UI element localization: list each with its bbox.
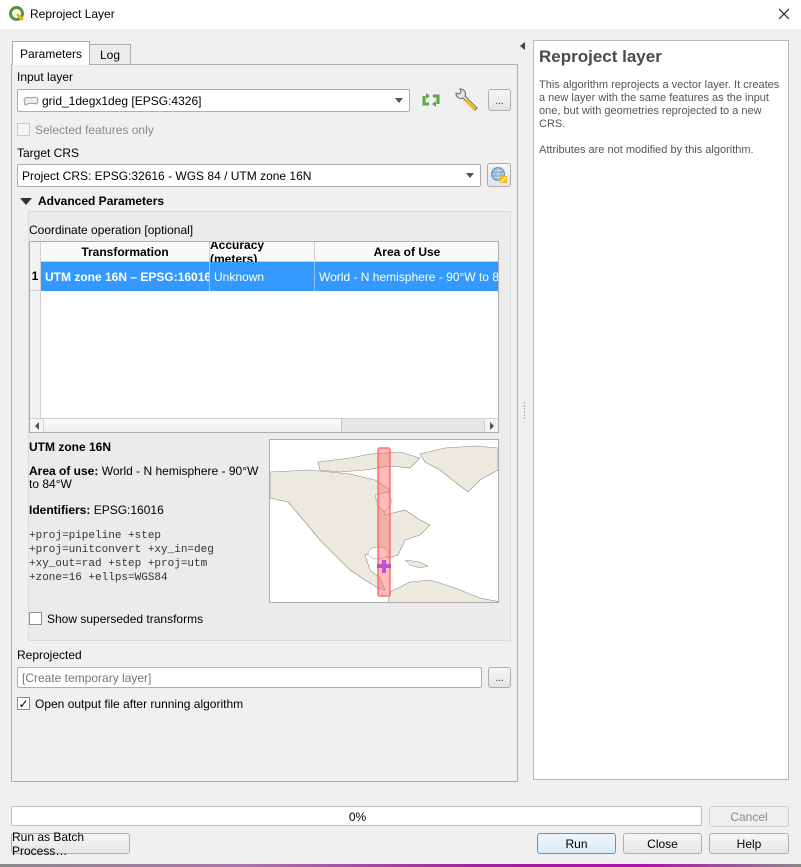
- row-index[interactable]: 1: [30, 262, 41, 291]
- target-crs-label: Target CRS: [17, 146, 80, 160]
- help-paragraph: Attributes are not modified by this algo…: [539, 144, 754, 156]
- advanced-parameters-header[interactable]: Advanced Parameters: [38, 194, 164, 208]
- arrow-right-icon: [489, 421, 494, 430]
- map-land-greenland: [419, 445, 498, 493]
- proj-line: +proj=pipeline +step: [29, 530, 162, 542]
- table-cell-accuracy[interactable]: Unknown: [210, 262, 315, 291]
- close-window-button[interactable]: [770, 3, 798, 25]
- identifiers-label: Identifiers:: [29, 503, 91, 517]
- run-as-batch-button[interactable]: Run as Batch Process…: [11, 830, 130, 858]
- help-paragraph: This algorithm reprojects a vector layer…: [539, 79, 780, 130]
- map-canvas: [270, 445, 498, 602]
- scrollbar-track[interactable]: [342, 419, 484, 432]
- input-layer-label: Input layer: [17, 70, 74, 84]
- select-crs-button[interactable]: [487, 163, 511, 187]
- chevron-down-icon: [395, 98, 403, 103]
- tab-label: Parameters: [19, 46, 83, 61]
- tab-parameters[interactable]: Parameters: [12, 41, 90, 65]
- progress-bar: 0%: [11, 806, 702, 826]
- splitter-grip-icon: [523, 402, 526, 419]
- panel-splitter-handle[interactable]: [523, 400, 526, 422]
- proj-line: +zone=16 +ellps=WGS84: [29, 572, 168, 584]
- iterate-button[interactable]: [419, 89, 443, 111]
- column-header-transformation[interactable]: Transformation: [41, 242, 210, 262]
- scrollbar-thumb[interactable]: [44, 419, 342, 432]
- selected-features-only-label: Selected features only: [35, 123, 154, 137]
- table-horizontal-scrollbar[interactable]: [30, 418, 498, 432]
- run-button[interactable]: Run: [537, 833, 616, 854]
- input-layer-browse-button[interactable]: ...: [488, 89, 511, 111]
- map-land-north-america: [270, 469, 431, 591]
- reprojected-label: Reprojected: [17, 648, 82, 662]
- iterate-icon: [422, 93, 440, 107]
- tab-label: Log: [99, 48, 121, 62]
- target-crs-value: Project CRS: EPSG:32616 - WGS 84 / UTM z…: [22, 168, 312, 183]
- progress-text: 0%: [348, 810, 367, 824]
- table-cell-area-of-use[interactable]: World - N hemisphere - 90°W to 84°W: [315, 262, 498, 291]
- coordinate-operation-label: Coordinate operation [optional]: [29, 223, 194, 237]
- advanced-collapse-toggle[interactable]: [20, 198, 32, 205]
- operation-name: UTM zone 16N: [29, 440, 112, 454]
- coordinate-operation-table: Transformation Accuracy (meters) Area of…: [29, 241, 499, 433]
- area-of-use-label: Area of use:: [29, 464, 99, 478]
- help-panel: Reproject layer This algorithm reproject…: [533, 40, 789, 780]
- identifiers-detail: Identifiers: EPSG:16016: [29, 503, 164, 517]
- column-header-accuracy[interactable]: Accuracy (meters): [210, 242, 315, 266]
- proj-line: +xy_out=rad +step +proj=utm: [29, 558, 208, 570]
- column-header-area-of-use[interactable]: Area of Use: [315, 242, 498, 262]
- selected-features-only-checkbox[interactable]: [17, 123, 30, 136]
- scroll-right-button[interactable]: [484, 419, 498, 432]
- window-title: Reproject Layer: [30, 7, 115, 21]
- arrow-left-icon: [34, 421, 39, 430]
- scroll-left-button[interactable]: [30, 419, 44, 432]
- advanced-settings-button[interactable]: [453, 87, 479, 113]
- tab-log[interactable]: Log: [89, 44, 131, 65]
- proj-line: +proj=unitconvert +xy_in=deg: [29, 544, 214, 556]
- proj-string: +proj=pipeline +step +proj=unitconvert +…: [29, 529, 214, 585]
- show-superseded-label: Show superseded transforms: [47, 612, 204, 626]
- reprojected-output-input[interactable]: [17, 667, 482, 688]
- input-layer-value: grid_1degx1deg [EPSG:4326]: [42, 93, 202, 108]
- identifiers-value: EPSG:16016: [93, 503, 164, 517]
- cancel-button[interactable]: Cancel: [709, 806, 789, 827]
- qgis-logo-icon: [9, 6, 25, 22]
- reprojected-browse-button[interactable]: ...: [488, 667, 511, 688]
- area-of-use-map: [269, 439, 499, 603]
- crs-select-icon: [491, 167, 507, 183]
- browse-ellipsis: ...: [495, 673, 504, 684]
- map-land-south-america: [388, 579, 498, 602]
- close-button[interactable]: Close: [623, 833, 702, 854]
- collapse-help-arrow[interactable]: [520, 42, 525, 50]
- target-crs-combo[interactable]: Project CRS: EPSG:32616 - WGS 84 / UTM z…: [17, 164, 481, 187]
- area-of-use-highlight: [377, 447, 391, 597]
- table-cell-transformation[interactable]: UTM zone 16N – EPSG:16016: [41, 262, 210, 291]
- map-land-arctic: [317, 451, 421, 473]
- help-title: Reproject layer: [539, 47, 662, 66]
- chevron-down-icon: [466, 173, 474, 178]
- help-button[interactable]: Help: [709, 833, 789, 854]
- open-output-checkbox[interactable]: ✓: [17, 697, 30, 710]
- input-layer-combo[interactable]: grid_1degx1deg [EPSG:4326]: [17, 89, 410, 112]
- open-output-label: Open output file after running algorithm: [35, 697, 244, 711]
- help-body: This algorithm reprojects a vector layer…: [539, 79, 783, 157]
- checkmark-icon: ✓: [18, 696, 29, 711]
- map-land-caribbean: [404, 559, 429, 569]
- wrench-icon: [455, 88, 478, 111]
- browse-ellipsis: ...: [495, 96, 504, 107]
- polygon-layer-icon: [23, 96, 39, 106]
- show-superseded-checkbox[interactable]: [29, 612, 42, 625]
- close-icon: [778, 8, 790, 20]
- area-of-use-detail: Area of use: World - N hemisphere - 90°W…: [29, 465, 264, 491]
- title-bar: [0, 0, 801, 29]
